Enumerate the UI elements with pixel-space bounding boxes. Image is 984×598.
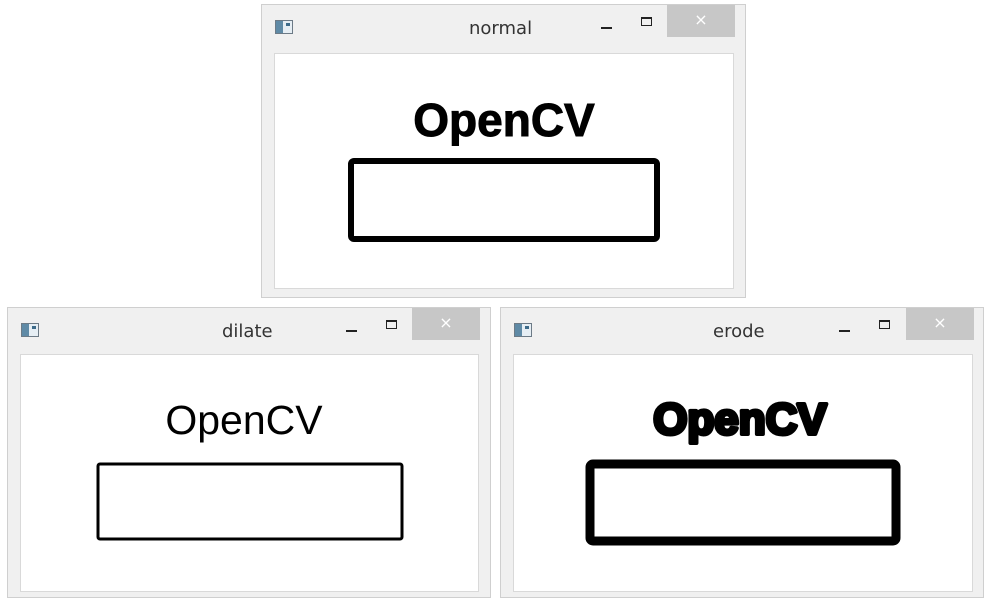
image-area: OpenCV <box>274 53 734 289</box>
rectangle-shape <box>348 158 660 242</box>
window-normal: normal × OpenCV <box>261 4 746 298</box>
minimize-button[interactable] <box>346 330 357 332</box>
app-icon <box>21 323 39 337</box>
image-area: OpenCV <box>20 354 479 592</box>
maximize-button[interactable] <box>641 17 652 26</box>
app-icon <box>275 20 293 34</box>
image-canvas: OpenCV <box>585 393 901 546</box>
close-button[interactable]: × <box>412 308 480 340</box>
title-bar[interactable]: erode × <box>501 308 983 352</box>
opencv-text: OpenCV <box>413 94 595 146</box>
rectangle-shape <box>585 459 901 546</box>
window-title: erode <box>713 321 765 342</box>
close-button[interactable]: × <box>906 308 974 340</box>
window-title: dilate <box>222 321 273 342</box>
image-canvas: OpenCV <box>348 94 660 242</box>
opencv-text: OpenCV <box>653 395 827 444</box>
app-icon <box>514 323 532 337</box>
window-title: normal <box>469 18 533 39</box>
opencv-text: OpenCV <box>165 397 323 443</box>
window-erode: erode × OpenCV <box>500 307 984 598</box>
title-bar[interactable]: dilate × <box>8 308 490 352</box>
close-button[interactable]: × <box>667 5 735 37</box>
minimize-button[interactable] <box>839 330 850 332</box>
image-canvas: OpenCV <box>96 397 404 541</box>
window-dilate: dilate × OpenCV <box>7 307 491 598</box>
minimize-button[interactable] <box>601 27 612 29</box>
maximize-button[interactable] <box>879 320 890 329</box>
rectangle-shape <box>96 462 404 541</box>
title-bar[interactable]: normal × <box>262 5 745 49</box>
maximize-button[interactable] <box>386 320 397 329</box>
image-area: OpenCV <box>513 354 973 592</box>
